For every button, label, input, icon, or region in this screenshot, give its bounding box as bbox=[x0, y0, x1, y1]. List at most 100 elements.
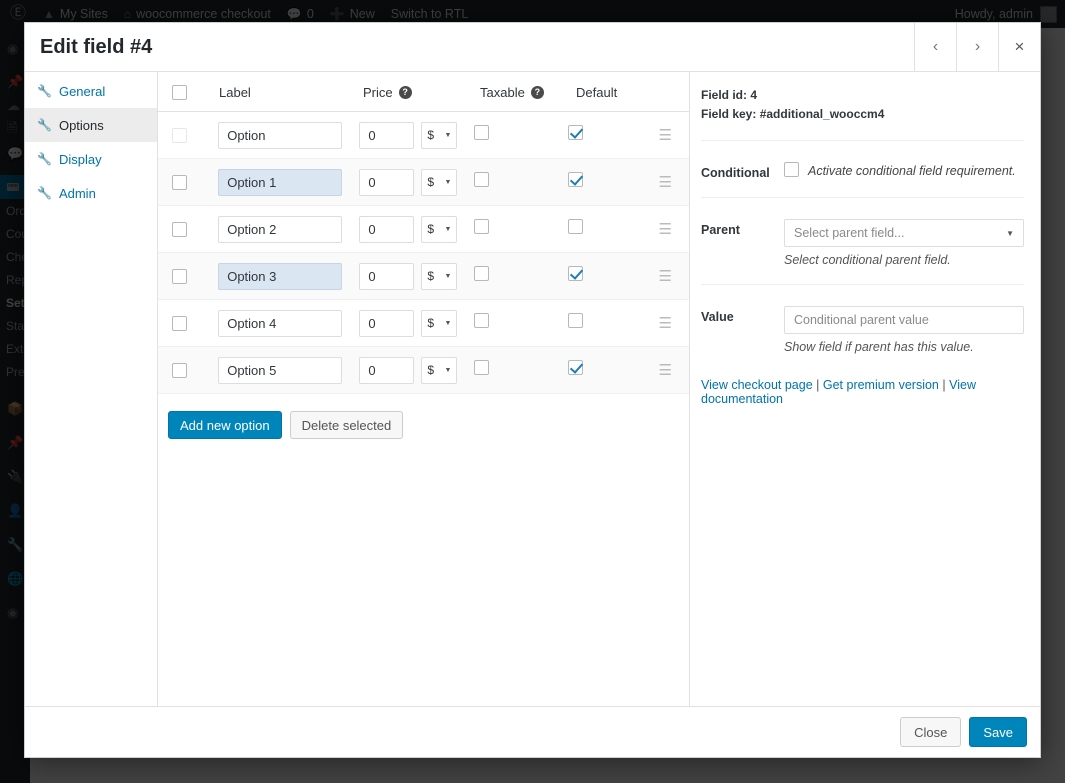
column-header-label: Label bbox=[219, 85, 251, 100]
option-label-input[interactable]: Option 1 bbox=[218, 168, 343, 196]
link-separator: | bbox=[942, 378, 946, 393]
select-all-checkbox[interactable] bbox=[172, 85, 187, 100]
default-checkbox[interactable] bbox=[568, 219, 584, 234]
column-header-price-label: Price bbox=[363, 85, 393, 100]
row-drag-cell: ☰ bbox=[659, 269, 689, 284]
default-checkbox[interactable] bbox=[568, 313, 584, 328]
option-price-input[interactable]: 0 bbox=[359, 121, 415, 149]
row-taxable-cell bbox=[472, 266, 565, 286]
currency-select[interactable]: $ ▼ bbox=[421, 168, 458, 196]
row-price-cell: 0 $ ▼ bbox=[359, 356, 472, 384]
column-header-default: Default bbox=[576, 85, 618, 100]
row-select-checkbox[interactable] bbox=[172, 362, 187, 378]
currency-select[interactable]: $ ▼ bbox=[421, 356, 458, 384]
tab-display[interactable]: 🔧 Display bbox=[25, 142, 157, 176]
tab-options[interactable]: 🔧 Options bbox=[25, 108, 157, 142]
drag-handle-icon[interactable]: ☰ bbox=[659, 128, 672, 143]
row-taxable-cell bbox=[472, 313, 565, 333]
drag-handle-icon[interactable]: ☰ bbox=[659, 363, 672, 378]
drag-handle-icon[interactable]: ☰ bbox=[659, 175, 672, 190]
tab-admin[interactable]: 🔧 Admin bbox=[25, 176, 157, 210]
option-label-input[interactable]: Option bbox=[218, 121, 343, 149]
parent-select[interactable]: Select parent field... ▼ bbox=[784, 219, 1024, 248]
table-row: Option 4 0 $ ▼ ☰ bbox=[158, 300, 689, 347]
help-icon[interactable]: ? bbox=[398, 86, 412, 99]
option-price-input[interactable]: 0 bbox=[359, 215, 415, 243]
row-select-cell bbox=[158, 315, 212, 331]
help-icon[interactable]: ? bbox=[530, 86, 544, 99]
tab-general[interactable]: 🔧 General bbox=[25, 74, 157, 108]
prev-field-button[interactable]: ‹ bbox=[914, 23, 956, 71]
option-label-input[interactable]: Option 3 bbox=[218, 262, 343, 290]
chevron-down-icon: ▼ bbox=[444, 366, 452, 374]
row-select-checkbox[interactable] bbox=[172, 315, 187, 331]
currency-select[interactable]: $ ▼ bbox=[421, 121, 458, 149]
currency-select[interactable]: $ ▼ bbox=[421, 215, 458, 243]
get-premium-version-link[interactable]: Get premium version bbox=[823, 378, 939, 392]
option-price-input[interactable]: 0 bbox=[359, 168, 415, 196]
row-select-checkbox[interactable] bbox=[172, 221, 187, 237]
chevron-down-icon: ▼ bbox=[444, 131, 452, 139]
row-default-cell bbox=[565, 360, 658, 380]
option-label-input[interactable]: Option 4 bbox=[218, 309, 343, 337]
edit-field-modal: Edit field #4 ‹ › × 🔧 General 🔧 Options … bbox=[24, 22, 1041, 758]
wordpress-admin-screen: ◉ 📌 ☁ 🗎 💬 woo Orders Coupons Checkout Re… bbox=[0, 0, 1065, 783]
chevron-down-icon: ▼ bbox=[444, 319, 452, 327]
value-input[interactable]: Conditional parent value bbox=[784, 306, 1024, 335]
default-checkbox[interactable] bbox=[568, 125, 584, 140]
column-header-price: Price ? bbox=[363, 85, 478, 100]
table-row: Option 1 0 $ ▼ ☰ bbox=[158, 159, 689, 206]
view-checkout-page-link[interactable]: View checkout page bbox=[701, 378, 813, 392]
row-price-cell: 0 $ ▼ bbox=[359, 168, 472, 196]
modal-header: Edit field #4 ‹ › × bbox=[25, 23, 1040, 72]
next-field-button[interactable]: › bbox=[956, 23, 998, 71]
option-price-input[interactable]: 0 bbox=[359, 262, 415, 290]
option-price-input[interactable]: 0 bbox=[359, 356, 415, 384]
taxable-checkbox[interactable] bbox=[474, 172, 490, 187]
row-select-checkbox[interactable] bbox=[172, 268, 187, 284]
chevron-down-icon: ▼ bbox=[444, 225, 452, 233]
row-label-cell: Option 5 bbox=[212, 356, 359, 384]
save-button[interactable]: Save bbox=[969, 717, 1027, 747]
value-label: Value bbox=[701, 310, 734, 325]
row-default-cell bbox=[565, 313, 658, 333]
chevron-down-icon: ▼ bbox=[444, 178, 452, 186]
link-separator: | bbox=[816, 378, 820, 393]
option-price-input[interactable]: 0 bbox=[359, 309, 415, 337]
wrench-icon: 🔧 bbox=[37, 84, 52, 98]
taxable-checkbox[interactable] bbox=[474, 360, 490, 375]
field-id-value: 4 bbox=[750, 88, 758, 102]
row-drag-cell: ☰ bbox=[659, 222, 689, 237]
taxable-checkbox[interactable] bbox=[474, 266, 490, 281]
close-button[interactable]: Close bbox=[900, 717, 962, 747]
close-icon[interactable]: × bbox=[998, 23, 1040, 71]
row-select-checkbox[interactable] bbox=[172, 174, 187, 190]
option-label-input[interactable]: Option 2 bbox=[218, 215, 343, 243]
currency-select[interactable]: $ ▼ bbox=[421, 309, 458, 337]
default-checkbox[interactable] bbox=[568, 266, 584, 281]
taxable-checkbox[interactable] bbox=[474, 219, 490, 234]
currency-select[interactable]: $ ▼ bbox=[421, 262, 458, 290]
modal-nav: 🔧 General 🔧 Options 🔧 Display 🔧 Admin bbox=[25, 72, 158, 706]
drag-handle-icon[interactable]: ☰ bbox=[659, 222, 672, 237]
taxable-checkbox[interactable] bbox=[474, 125, 490, 140]
add-new-option-button[interactable]: Add new option bbox=[168, 411, 282, 439]
row-taxable-cell bbox=[472, 125, 565, 145]
row-select-checkbox[interactable] bbox=[172, 127, 187, 143]
conditional-checkbox[interactable] bbox=[784, 162, 799, 178]
delete-selected-button[interactable]: Delete selected bbox=[289, 411, 404, 439]
currency-value: $ bbox=[427, 363, 435, 377]
default-checkbox[interactable] bbox=[568, 172, 584, 187]
drag-handle-icon[interactable]: ☰ bbox=[659, 269, 672, 284]
drag-handle-icon[interactable]: ☰ bbox=[659, 316, 672, 331]
row-default-cell bbox=[565, 266, 658, 286]
column-header-taxable: Taxable ? bbox=[478, 85, 573, 100]
currency-value: $ bbox=[427, 269, 435, 283]
option-label-input[interactable]: Option 5 bbox=[218, 356, 343, 384]
taxable-checkbox[interactable] bbox=[474, 313, 490, 328]
row-drag-cell: ☰ bbox=[659, 363, 689, 378]
row-select-cell bbox=[158, 174, 212, 190]
help-links: View checkout page | Get premium version… bbox=[701, 354, 1024, 406]
tab-label: Options bbox=[58, 117, 104, 133]
default-checkbox[interactable] bbox=[568, 360, 584, 375]
